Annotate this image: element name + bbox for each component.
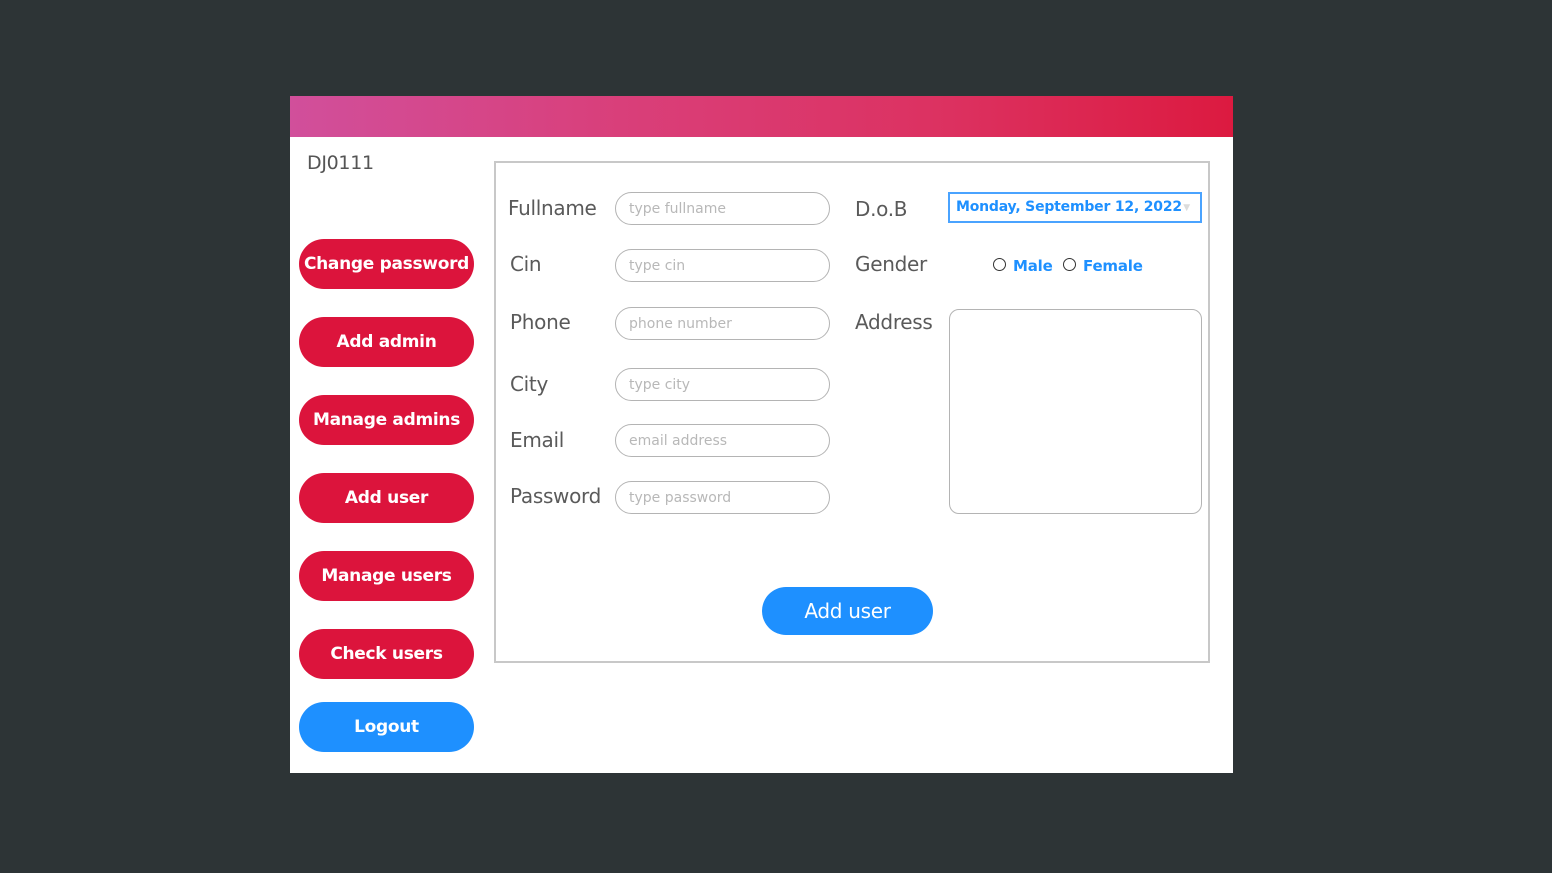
user-id-label: DJ0111	[307, 152, 374, 174]
email-label: Email	[510, 428, 564, 452]
female-radio-label[interactable]: Female	[1083, 257, 1143, 275]
change-password-button[interactable]: Change password	[299, 239, 474, 289]
address-textarea[interactable]	[949, 309, 1202, 514]
title-bar	[290, 96, 1233, 137]
email-input[interactable]	[615, 424, 830, 457]
phone-label: Phone	[510, 310, 571, 334]
add-user-nav-button[interactable]: Add user	[299, 473, 474, 523]
cin-label: Cin	[510, 252, 542, 276]
gender-label: Gender	[855, 252, 927, 276]
male-radio-label[interactable]: Male	[1013, 257, 1053, 275]
dob-label: D.o.B	[855, 197, 908, 221]
password-input[interactable]	[615, 481, 830, 514]
address-label: Address	[855, 310, 933, 334]
password-label: Password	[510, 484, 602, 508]
city-label: City	[510, 372, 548, 396]
fullname-label: Fullname	[508, 196, 597, 220]
dob-value: Monday, September 12, 2022	[956, 199, 1182, 215]
chevron-down-icon[interactable]: ▼	[1183, 203, 1190, 213]
male-radio[interactable]	[993, 258, 1006, 271]
manage-admins-button[interactable]: Manage admins	[299, 395, 474, 445]
phone-input[interactable]	[615, 307, 830, 340]
city-input[interactable]	[615, 368, 830, 401]
dob-date-picker[interactable]: Monday, September 12, 2022 ▼	[948, 192, 1202, 223]
cin-input[interactable]	[615, 249, 830, 282]
fullname-input[interactable]	[615, 192, 830, 225]
app-window: DJ0111 Change password Add admin Manage …	[290, 96, 1233, 773]
add-user-form: Fullname Cin Phone City Email Password D…	[494, 161, 1210, 663]
add-admin-button[interactable]: Add admin	[299, 317, 474, 367]
manage-users-button[interactable]: Manage users	[299, 551, 474, 601]
add-user-submit-button[interactable]: Add user	[762, 587, 933, 635]
logout-button[interactable]: Logout	[299, 702, 474, 752]
female-radio[interactable]	[1063, 258, 1076, 271]
check-users-button[interactable]: Check users	[299, 629, 474, 679]
